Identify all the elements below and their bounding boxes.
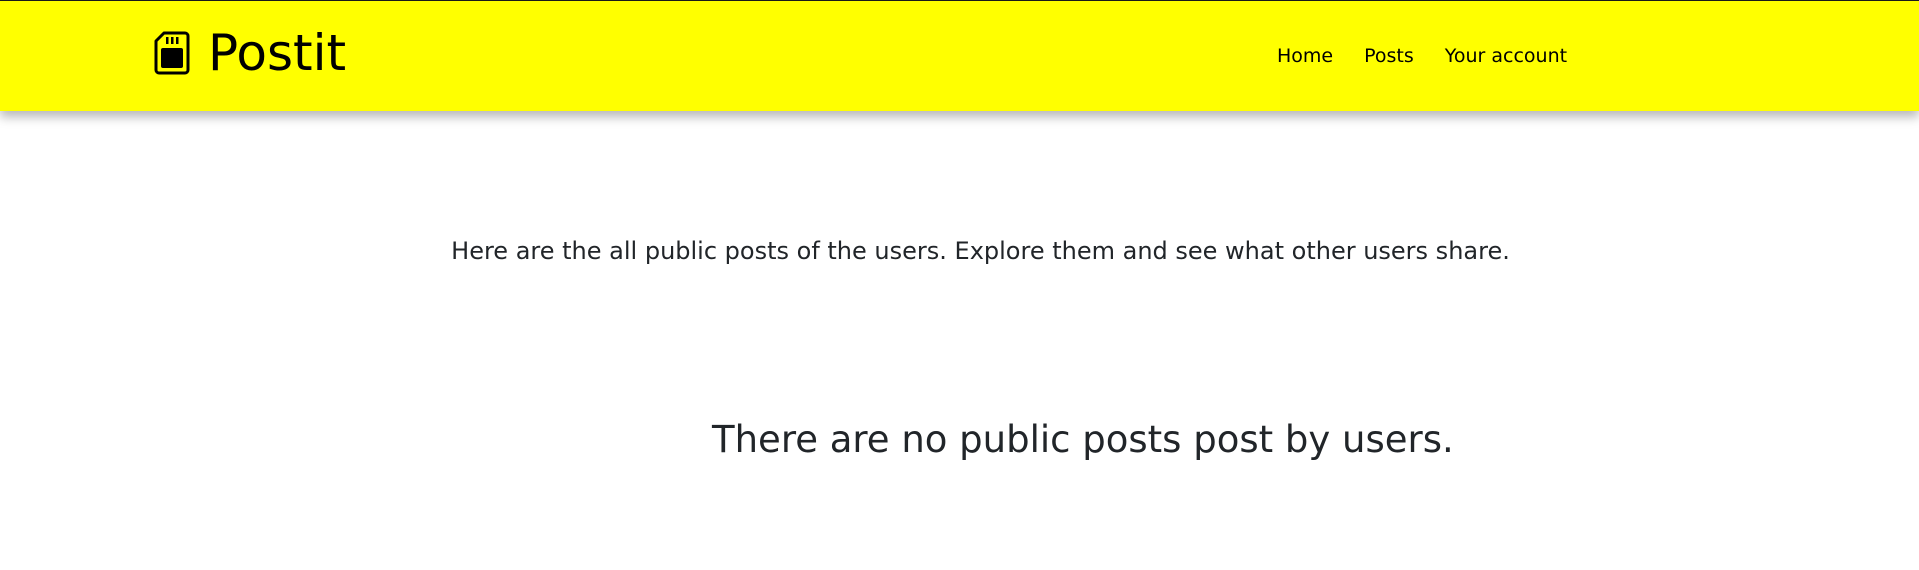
empty-state-message: There are no public posts post by users. [712,418,1454,461]
main-nav: Home Posts Your account [1277,43,1598,69]
sd-card-icon [154,31,190,75]
intro-text: Here are the all public posts of the use… [451,237,1510,265]
nav-link-posts[interactable]: Posts [1364,43,1414,69]
nav-link-your-account[interactable]: Your account [1445,43,1567,69]
navbar: Postit Home Posts Your account [0,1,1919,111]
brand-name: Postit [208,24,347,82]
intro-text-block: Here are the all public posts of the use… [0,234,1919,268]
nav-link-home[interactable]: Home [1277,43,1333,69]
brand-link[interactable]: Postit [154,23,346,83]
